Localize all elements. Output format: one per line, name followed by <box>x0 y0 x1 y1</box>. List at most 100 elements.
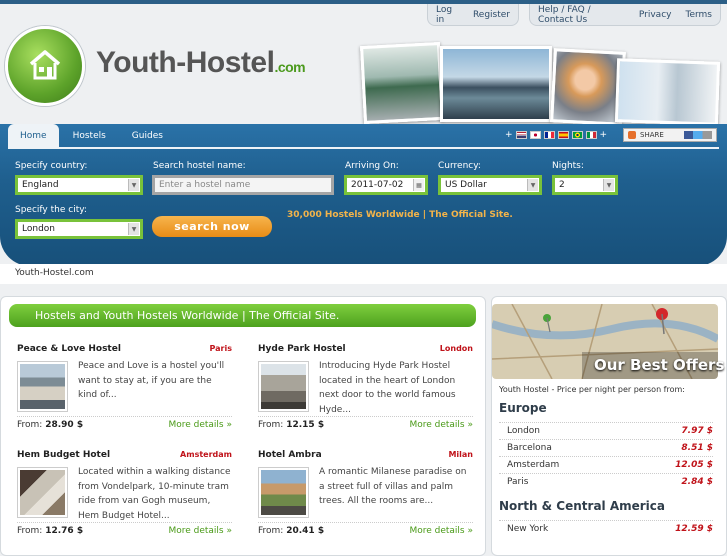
price-label: From: <box>258 526 284 536</box>
privacy-link[interactable]: Privacy <box>639 10 672 20</box>
region-heading: North & Central America <box>499 499 666 513</box>
hero-photo-traveler <box>360 41 444 125</box>
hostel-name[interactable]: Peace & Love Hostel <box>17 344 121 354</box>
hostel-name[interactable]: Hem Budget Hotel <box>17 450 110 460</box>
hostel-thumbnail[interactable] <box>258 361 309 412</box>
hostel-price: From: 12.15 $ <box>258 420 324 430</box>
hostel-city: Milan <box>448 450 473 459</box>
price-label: From: <box>258 420 284 430</box>
offer-city: New York <box>507 524 549 534</box>
japan-flag-icon[interactable] <box>529 131 541 139</box>
nav-divider <box>8 147 719 149</box>
country-select[interactable]: England ▼ <box>15 175 143 195</box>
spain-flag-icon[interactable] <box>557 131 569 139</box>
share-label: SHARE <box>640 131 664 139</box>
logo-house-icon[interactable] <box>5 26 85 106</box>
france-flag-icon[interactable] <box>543 131 555 139</box>
arriving-date-input[interactable]: 2011-07-02 ▦ <box>344 175 428 195</box>
hostel-description: Located within a walking distance from V… <box>78 467 231 521</box>
breadcrumb[interactable]: Youth-Hostel.com <box>15 268 94 278</box>
more-details-link[interactable]: More details » <box>168 420 232 430</box>
offer-row[interactable]: London 7.97 $ <box>499 422 713 438</box>
main-nav: Home Hostels Guides <box>8 124 175 148</box>
price-value: 28.90 $ <box>45 420 84 430</box>
price-value: 20.41 $ <box>286 526 325 536</box>
more-details-link[interactable]: More details » <box>409 420 473 430</box>
divider <box>17 416 232 417</box>
city-select[interactable]: London ▼ <box>15 219 143 239</box>
hostel-name-placeholder: Enter a hostel name <box>159 180 251 190</box>
chevron-down-icon: ▼ <box>128 179 139 191</box>
hostel-thumbnail[interactable] <box>17 467 68 518</box>
tab-hostels[interactable]: Hostels <box>61 124 118 148</box>
login-link[interactable]: Log in <box>436 5 459 25</box>
chevron-down-icon: ▼ <box>527 179 538 191</box>
register-link[interactable]: Register <box>473 10 510 20</box>
hostel-city: Paris <box>209 344 233 353</box>
currency-label: Currency: <box>438 161 481 171</box>
offer-city: Barcelona <box>507 443 552 453</box>
plus-icon[interactable]: + <box>505 130 513 140</box>
nights-value: 2 <box>559 180 565 190</box>
hostel-name[interactable]: Hotel Ambra <box>258 450 322 460</box>
hostel-name-label: Search hostel name: <box>153 161 246 171</box>
language-flags: + + <box>505 130 607 140</box>
country-value: England <box>22 180 59 190</box>
hostel-name-input[interactable]: Enter a hostel name <box>152 175 334 195</box>
social-icons <box>684 131 712 139</box>
account-links: Log in Register <box>427 4 519 26</box>
search-button[interactable]: search now <box>152 216 272 237</box>
share-button[interactable]: SHARE <box>623 128 717 142</box>
search-tagline: 30,000 Hostels Worldwide | The Official … <box>287 210 513 220</box>
hostel-price: From: 20.41 $ <box>258 526 324 536</box>
nights-select[interactable]: 2 ▼ <box>552 175 618 195</box>
logo-suffix: .com <box>274 59 306 75</box>
hostel-price: From: 28.90 $ <box>17 420 83 430</box>
more-details-link[interactable]: More details » <box>168 526 232 536</box>
us-flag-icon[interactable] <box>515 131 527 139</box>
tab-guides[interactable]: Guides <box>120 124 175 148</box>
hostel-name[interactable]: Hyde Park Hostel <box>258 344 346 354</box>
hostel-thumbnail[interactable] <box>17 361 68 412</box>
nights-label: Nights: <box>552 161 584 171</box>
city-value: London <box>22 224 55 234</box>
offer-price: 7.97 $ <box>681 426 713 436</box>
arriving-value: 2011-07-02 <box>351 180 404 190</box>
hostel-description: Peace and Love is a hostel you'll want t… <box>78 361 225 400</box>
offer-row[interactable]: Paris 2.84 $ <box>499 473 713 489</box>
chevron-down-icon: ▼ <box>603 179 614 191</box>
divider <box>258 416 473 417</box>
more-details-link[interactable]: More details » <box>409 526 473 536</box>
best-offers-subtitle: Youth Hostel - Price per night per perso… <box>499 385 685 394</box>
offer-row[interactable]: Amsterdam 12.05 $ <box>499 456 713 472</box>
hero-photo-city-man <box>614 58 721 126</box>
hostel-description: A romantic Milanese paradise on a street… <box>319 467 467 506</box>
offer-row[interactable]: New York 12.59 $ <box>499 520 713 536</box>
hostels-heading: Hostels and Youth Hostels Worldwide | Th… <box>9 304 476 327</box>
terms-link[interactable]: Terms <box>685 10 712 20</box>
offer-row[interactable]: Barcelona 8.51 $ <box>499 439 713 455</box>
help-faq-link[interactable]: Help / FAQ / Contact Us <box>538 5 625 25</box>
logo-text[interactable]: Youth-Hostel.com <box>96 46 306 80</box>
offer-city: Amsterdam <box>507 460 560 470</box>
hostel-card: Hotel Ambra Milan A romantic Milanese pa… <box>258 450 473 550</box>
divider <box>17 522 232 523</box>
plus-icon[interactable]: + <box>600 130 608 140</box>
price-value: 12.15 $ <box>286 420 325 430</box>
italy-flag-icon[interactable] <box>585 131 597 139</box>
currency-value: US Dollar <box>445 180 487 190</box>
hostel-thumbnail[interactable] <box>258 467 309 518</box>
price-label: From: <box>17 526 43 536</box>
brazil-flag-icon[interactable] <box>571 131 583 139</box>
hero-photo-harbor <box>440 46 552 122</box>
divider <box>258 522 473 523</box>
currency-select[interactable]: US Dollar ▼ <box>438 175 542 195</box>
offer-city: London <box>507 426 540 436</box>
tab-home[interactable]: Home <box>8 124 59 148</box>
breadcrumb-bar <box>0 264 727 284</box>
share-icon <box>628 131 636 139</box>
logo-name: Youth-Hostel <box>96 46 275 79</box>
calendar-icon[interactable]: ▦ <box>413 179 424 191</box>
hostel-card: Peace & Love Hostel Paris Peace and Love… <box>17 344 232 444</box>
offer-price: 12.05 $ <box>675 460 713 470</box>
